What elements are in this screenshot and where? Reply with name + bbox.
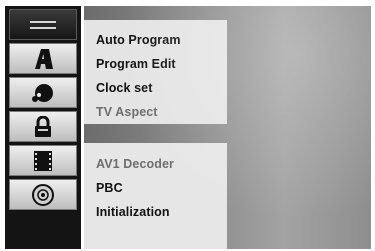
lock-icon (35, 115, 51, 137)
menu-panel: Auto Program Program Edit Clock set TV A… (84, 6, 371, 249)
menu-group-primary: Auto Program Program Edit Clock set TV A… (84, 20, 227, 124)
sidebar-item-recording[interactable] (9, 145, 77, 176)
disc-icon (32, 183, 54, 206)
letter-a-icon (35, 48, 53, 69)
sidebar-item-audio[interactable] (9, 77, 77, 108)
menu-item-initialization[interactable]: Initialization (96, 200, 227, 224)
setup-menu-screen: Auto Program Program Edit Clock set TV A… (0, 0, 375, 251)
sidebar-item-general[interactable] (9, 9, 77, 40)
menu-item-auto-program[interactable]: Auto Program (96, 28, 227, 52)
menu-lines-icon (30, 20, 56, 29)
menu-group-secondary: AV1 Decoder PBC Initialization (84, 143, 227, 249)
sidebar-item-disc[interactable] (9, 179, 77, 210)
menu-item-clock-set[interactable]: Clock set (96, 76, 227, 100)
menu-item-av1-decoder[interactable]: AV1 Decoder (96, 152, 227, 176)
menu-item-pbc[interactable]: PBC (96, 176, 227, 200)
category-sidebar (5, 6, 81, 249)
menu-item-tv-aspect[interactable]: TV Aspect (96, 100, 227, 124)
sidebar-item-language[interactable] (9, 43, 77, 74)
menu-item-program-edit[interactable]: Program Edit (96, 52, 227, 76)
sidebar-item-lock[interactable] (9, 111, 77, 142)
film-icon (34, 150, 52, 171)
audio-icon (32, 83, 53, 102)
